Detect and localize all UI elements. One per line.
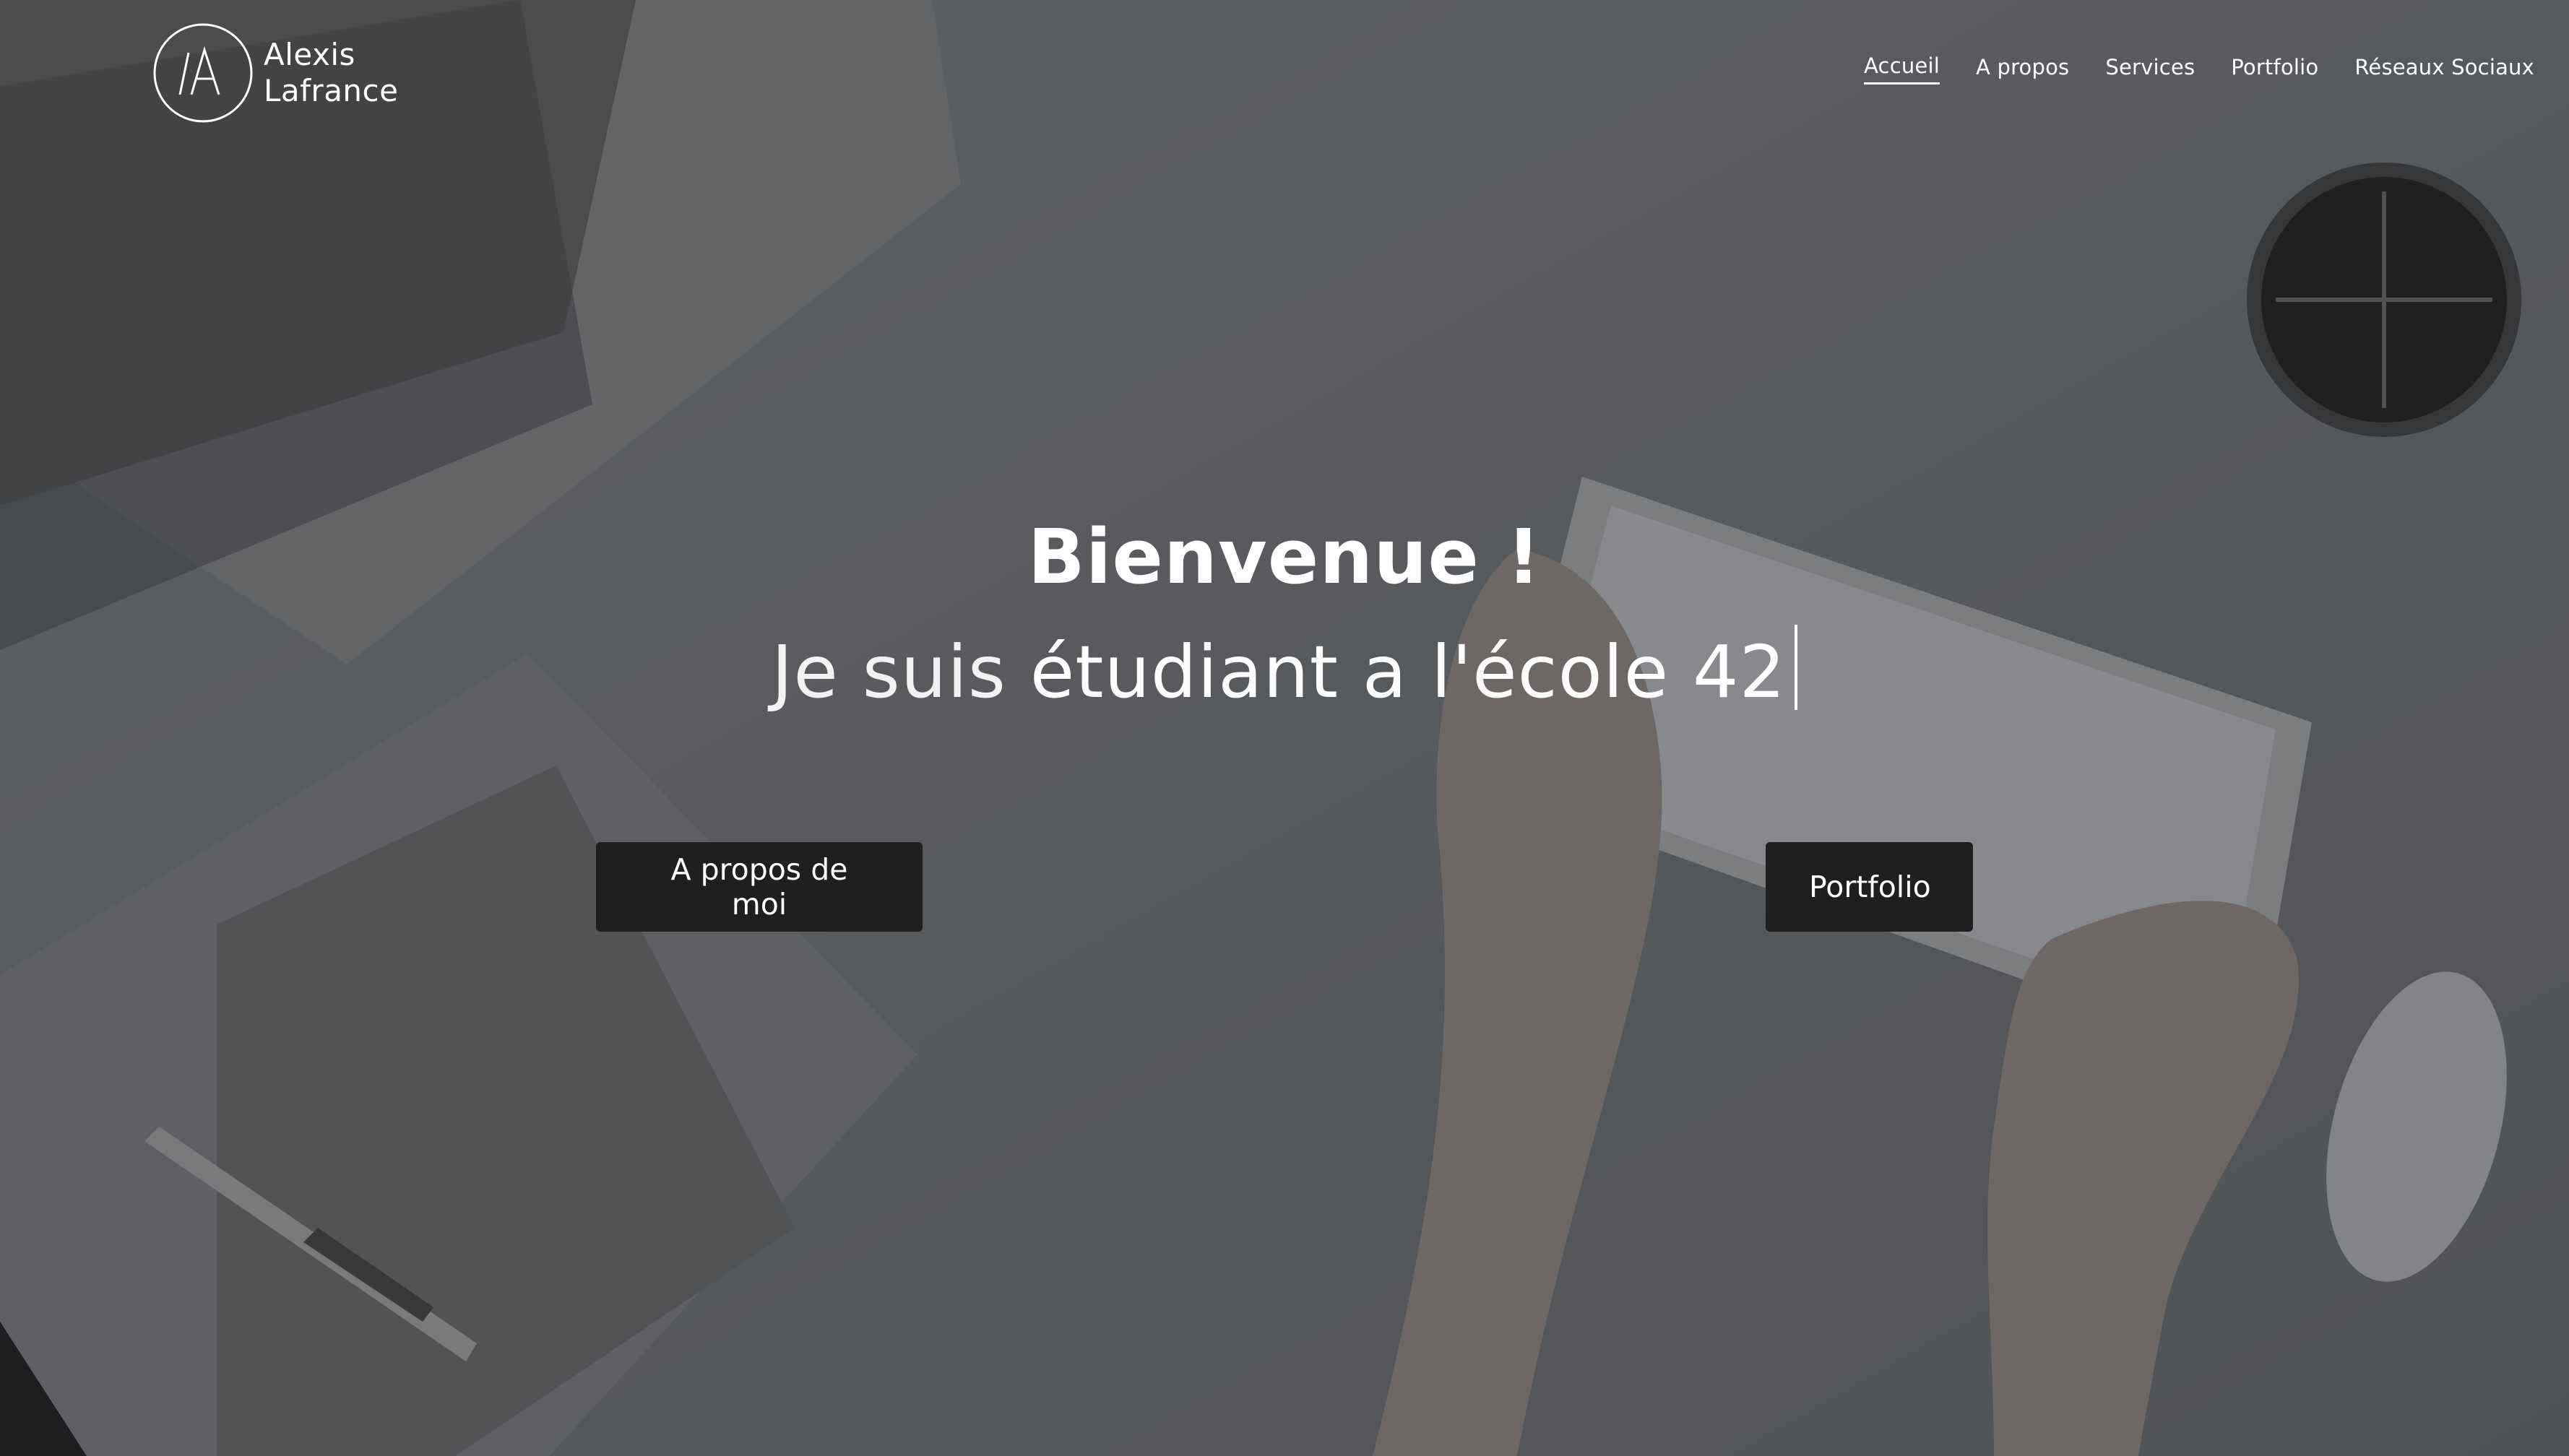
logo-name: Alexis Lafrance: [264, 37, 398, 109]
nav-item-reseaux-sociaux[interactable]: Réseaux Sociaux: [2354, 55, 2534, 84]
subtitle-prefix: Je suis: [771, 630, 1030, 714]
portfolio-button[interactable]: Portfolio: [1766, 842, 1973, 932]
about-me-button[interactable]: A propos de moi: [596, 842, 923, 932]
logo-monogram-icon: [152, 22, 254, 124]
site-logo[interactable]: Alexis Lafrance: [152, 22, 398, 124]
logo-first-name: Alexis: [264, 37, 355, 72]
text-cursor-icon: [1795, 625, 1798, 710]
nav-item-accueil[interactable]: Accueil: [1864, 53, 1940, 84]
hero-title: Bienvenue !: [1027, 513, 1542, 601]
hero-section: Alexis Lafrance Accueil A propos Service…: [0, 0, 2569, 1456]
dark-overlay: [0, 0, 2569, 1456]
nav-item-services[interactable]: Services: [2105, 55, 2195, 84]
hero-subtitle: Je suis étudiant a l'école 42: [0, 625, 2569, 714]
logo-last-name: Lafrance: [264, 73, 399, 108]
nav-item-a-propos[interactable]: A propos: [1976, 55, 2069, 84]
nav-item-portfolio[interactable]: Portfolio: [2231, 55, 2318, 84]
subtitle-typed-text: étudiant a l'école 42: [1029, 630, 1787, 714]
main-nav: Accueil A propos Services Portfolio Rése…: [1864, 53, 2534, 84]
